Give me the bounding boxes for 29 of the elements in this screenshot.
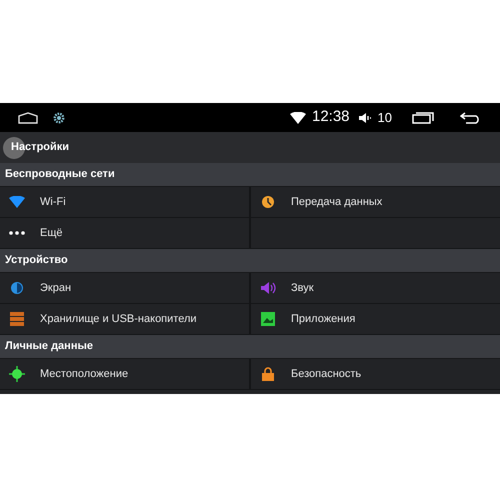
- contrast-icon: [10, 281, 24, 295]
- back-icon[interactable]: [460, 112, 482, 124]
- crosshair-icon: [9, 366, 25, 382]
- settings-item[interactable]: Звук: [251, 273, 500, 303]
- settings-item[interactable]: Безопасность: [251, 359, 500, 389]
- speaker-icon: [260, 281, 276, 295]
- volume-icon: [358, 112, 372, 124]
- gear-icon: [53, 112, 65, 124]
- home-icon[interactable]: [18, 112, 38, 124]
- clock: 12:38: [312, 107, 350, 128]
- screen-title: Настройки: [11, 140, 70, 156]
- section-header: Личные данные: [5, 339, 93, 354]
- settings-item[interactable]: Wi-Fi: [0, 187, 249, 217]
- wifi-icon: [9, 196, 25, 208]
- stack-icon: [10, 312, 24, 326]
- section-header: Устройство: [5, 253, 68, 268]
- settings-item[interactable]: Ещё: [0, 218, 249, 248]
- image-icon: [261, 312, 275, 326]
- wifi-icon: [290, 112, 306, 124]
- settings-item[interactable]: Экран: [0, 273, 249, 303]
- dots-icon: [9, 231, 25, 235]
- settings-item[interactable]: Передача данных: [251, 187, 500, 217]
- recent-apps-icon[interactable]: [412, 112, 434, 124]
- settings-item[interactable]: Приложения: [251, 304, 500, 334]
- volume-level: 10: [378, 108, 392, 127]
- section-header: Беспроводные сети: [5, 167, 115, 182]
- settings-item[interactable]: Местоположение: [0, 359, 249, 389]
- settings-item[interactable]: Хранилище и USB-накопители: [0, 304, 249, 334]
- padlock-icon: [262, 367, 274, 381]
